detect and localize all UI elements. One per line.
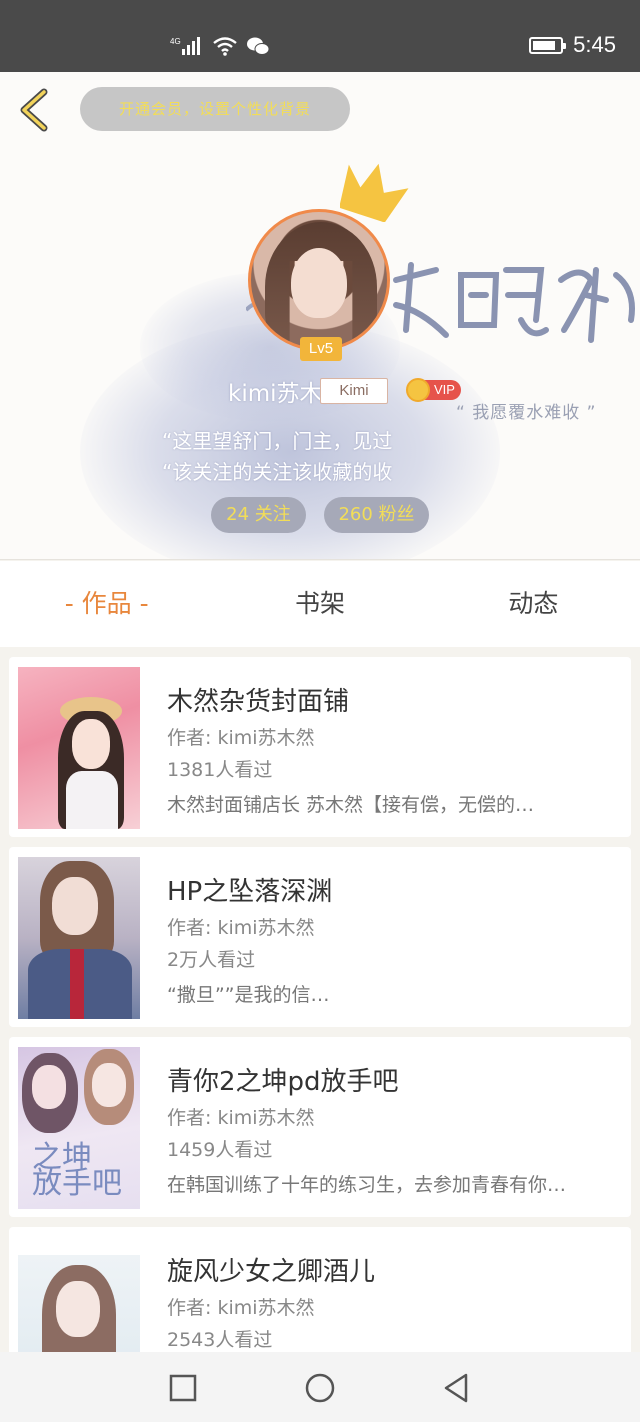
recents-button[interactable] xyxy=(165,1370,201,1406)
book-views: 2543人看过 xyxy=(167,1329,273,1351)
crown-icon xyxy=(340,163,409,222)
bio-line-1: “这里望舒门，门主，见过 xyxy=(162,429,393,453)
book-description: 木然封面铺店长 苏木然【接有偿，无偿的… xyxy=(167,794,535,816)
book-title: 旋风少女之卿酒儿 xyxy=(167,1257,376,1287)
square-icon xyxy=(169,1374,197,1402)
book-author: 作者: kimi苏木然 xyxy=(167,1297,315,1319)
wechat-icon xyxy=(247,37,270,55)
book-cover[interactable]: 之坤 放手吧 xyxy=(18,1047,140,1209)
book-views: 2万人看过 xyxy=(167,949,256,971)
book-views: 1381人看过 xyxy=(167,759,273,781)
book-cover[interactable] xyxy=(18,667,140,829)
svg-text:4G: 4G xyxy=(170,37,181,46)
list-item[interactable]: 之坤 放手吧 青你2之坤pd放手吧 作者: kimi苏木然 1459人看过 在韩国… xyxy=(9,1037,631,1217)
back-button[interactable] xyxy=(14,86,54,134)
user-tag: Kimi xyxy=(320,378,388,404)
book-title: 青你2之坤pd放手吧 xyxy=(167,1067,399,1097)
status-bar: 4G 5:45 xyxy=(0,0,640,72)
book-author: 作者: kimi苏木然 xyxy=(167,1107,315,1129)
back-nav-button[interactable] xyxy=(438,1370,474,1406)
level-badge: Lv5 xyxy=(300,337,342,361)
circle-icon xyxy=(305,1373,335,1403)
book-description: 在韩国训练了十年的练习生，去参加青春有你… xyxy=(167,1174,567,1196)
fans-button[interactable]: 260 粉丝 xyxy=(324,497,429,533)
tab-works[interactable]: - 作品 - xyxy=(0,561,213,647)
vip-coin-icon xyxy=(406,378,430,402)
following-button[interactable]: 24 关注 xyxy=(211,497,306,533)
bio-line-2: “该关注的关注该收藏的收 xyxy=(162,460,393,484)
chevron-left-icon xyxy=(20,88,48,132)
book-views: 1459人看过 xyxy=(167,1139,273,1161)
vip-badge: VIP xyxy=(406,378,461,402)
book-cover[interactable] xyxy=(18,857,140,1019)
home-button[interactable] xyxy=(302,1370,338,1406)
book-description: “撒旦””是我的信… xyxy=(167,984,330,1006)
list-item[interactable]: 木然杂货封面铺 作者: kimi苏木然 1381人看过 木然封面铺店长 苏木然【… xyxy=(9,657,631,837)
status-icons: 4G xyxy=(170,34,270,58)
book-author: 作者: kimi苏木然 xyxy=(167,917,315,939)
tab-activity[interactable]: 动态 xyxy=(427,561,640,647)
profile-tabs: - 作品 - 书架 动态 xyxy=(0,561,640,647)
status-right: 5:45 xyxy=(529,32,616,58)
battery-icon xyxy=(529,36,567,54)
tab-bookshelf[interactable]: 书架 xyxy=(213,561,426,647)
vip-banner-button[interactable]: 开通会员，设置个性化背景 xyxy=(80,87,350,131)
system-nav-bar xyxy=(0,1352,640,1422)
signal-icon: 4G xyxy=(170,37,200,55)
list-item[interactable]: HP之坠落深渊 作者: kimi苏木然 2万人看过 “撒旦””是我的信… xyxy=(9,847,631,1027)
triangle-back-icon xyxy=(444,1373,468,1403)
book-title: HP之坠落深渊 xyxy=(167,877,333,907)
avatar[interactable] xyxy=(248,209,390,351)
clock: 5:45 xyxy=(573,32,616,57)
motto-text: “ 我愿覆水难收 ” xyxy=(456,403,597,423)
profile-header: “ 我愿覆水难收 ” 开通会员，设置个性化背景 Lv5 kimi苏木然 Kimi… xyxy=(0,72,640,560)
wifi-icon xyxy=(213,37,237,56)
book-author: 作者: kimi苏木然 xyxy=(167,727,315,749)
book-title: 木然杂货封面铺 xyxy=(167,687,350,717)
